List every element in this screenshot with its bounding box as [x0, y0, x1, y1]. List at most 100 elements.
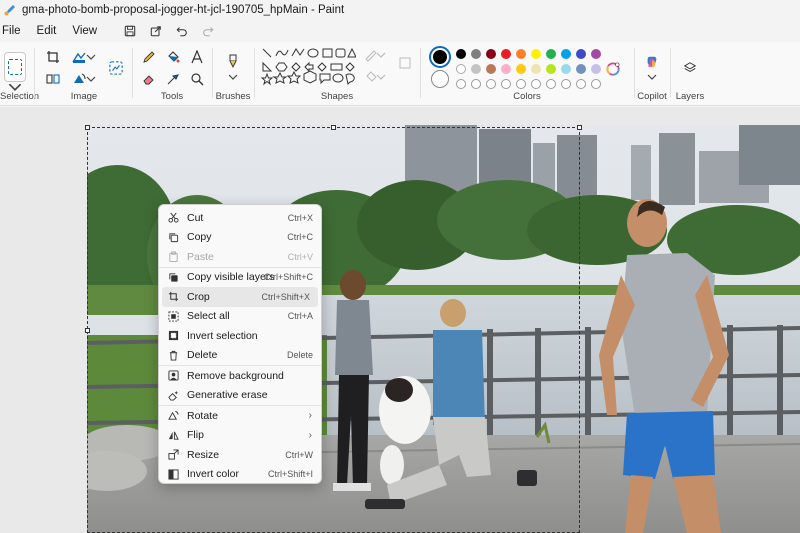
menu-view[interactable]: View — [64, 20, 105, 42]
magnifier-icon[interactable] — [188, 70, 206, 88]
color-swatch[interactable] — [501, 49, 511, 59]
selection-group-label: Selection — [0, 91, 40, 102]
colors-group-label: Colors — [513, 91, 541, 102]
selection-tool-button[interactable] — [4, 52, 26, 82]
color-swatch[interactable] — [591, 64, 601, 74]
custom-color-slot[interactable] — [531, 79, 541, 89]
menu-item-invert-color[interactable]: Invert color Ctrl+Shift+I — [159, 465, 321, 485]
select-all-icon — [167, 310, 179, 322]
image-group-label: Image — [70, 91, 98, 102]
text-icon[interactable] — [188, 48, 206, 66]
menu-item-invert-selection[interactable]: Invert selection — [159, 326, 321, 346]
flip-icon — [167, 429, 179, 441]
chevron-down-icon[interactable] — [647, 72, 657, 82]
menu-item-flip[interactable]: Flip › — [159, 426, 321, 446]
chevron-right-icon: › — [308, 410, 312, 422]
menu-item-delete[interactable]: Delete Delete — [159, 346, 321, 366]
menu-item-select-all[interactable]: Select all Ctrl+A — [159, 307, 321, 327]
ribbon: Selection Image Tools Brushes Shapes Col… — [0, 42, 800, 106]
color-swatch[interactable] — [561, 64, 571, 74]
color-swatch[interactable] — [576, 49, 586, 59]
color-swatch[interactable] — [471, 64, 481, 74]
color-swatch[interactable] — [546, 64, 556, 74]
color-swatch[interactable] — [471, 49, 481, 59]
menu-item-copy[interactable]: Copy Ctrl+C — [159, 228, 321, 248]
color-swatch[interactable] — [456, 49, 466, 59]
color-swatch[interactable] — [591, 49, 601, 59]
menu-item-rotate[interactable]: Rotate › — [159, 406, 321, 426]
menu-item-remove-background[interactable]: Remove background — [159, 366, 321, 386]
color-swatch[interactable] — [516, 64, 526, 74]
chevron-down-icon[interactable] — [376, 68, 386, 86]
chevron-down-icon[interactable] — [86, 70, 96, 88]
image-select-icon[interactable] — [44, 70, 62, 88]
remove-background-icon — [167, 370, 179, 382]
generative-erase-icon — [167, 389, 179, 401]
brush-icon[interactable] — [224, 52, 242, 70]
copilot-icon[interactable] — [642, 52, 662, 72]
canvas-area[interactable] — [0, 107, 800, 533]
color-swatch[interactable] — [456, 64, 466, 74]
invert-color-icon — [167, 468, 179, 480]
custom-color-slot[interactable] — [486, 79, 496, 89]
redo-icon[interactable] — [201, 24, 215, 38]
color-swatch[interactable] — [561, 49, 571, 59]
chevron-right-icon: › — [308, 429, 312, 441]
custom-color-slot[interactable] — [471, 79, 481, 89]
menu-item-generative-erase[interactable]: Generative erase — [159, 386, 321, 406]
image-enhance-icon[interactable] — [106, 58, 126, 78]
layers-group: Layers — [672, 42, 708, 106]
custom-color-slot[interactable] — [576, 79, 586, 89]
menu-item-copy-visible-layers[interactable]: Copy visible layers Ctrl+Shift+C — [159, 268, 321, 288]
menu-item-resize[interactable]: Resize Ctrl+W — [159, 445, 321, 465]
menu-edit[interactable]: Edit — [29, 20, 65, 42]
layers-icon[interactable] — [680, 58, 700, 78]
menu-bar: File Edit View — [0, 20, 800, 42]
custom-color-slot[interactable] — [591, 79, 601, 89]
paint-app-icon — [4, 4, 16, 16]
layers-group-label: Layers — [675, 91, 705, 102]
color-swatch[interactable] — [576, 64, 586, 74]
secondary-color[interactable] — [431, 70, 449, 88]
color-picker-icon[interactable] — [164, 70, 182, 88]
color-swatch[interactable] — [531, 49, 541, 59]
menu-item-paste[interactable]: Paste Ctrl+V — [159, 247, 321, 267]
share-icon[interactable] — [149, 24, 163, 38]
custom-color-slot[interactable] — [546, 79, 556, 89]
color-swatch[interactable] — [501, 64, 511, 74]
colors-group: Colors — [422, 42, 632, 106]
chevron-down-icon[interactable] — [86, 48, 96, 66]
custom-color-slot[interactable] — [516, 79, 526, 89]
copy-icon — [167, 231, 179, 243]
edit-colors-icon[interactable] — [603, 59, 623, 79]
chevron-down-icon[interactable] — [376, 46, 386, 64]
primary-color[interactable] — [429, 46, 451, 68]
menu-file[interactable]: File — [0, 20, 29, 42]
color-swatch[interactable] — [486, 64, 496, 74]
trash-icon — [167, 349, 179, 361]
shape-fill-icon[interactable] — [396, 54, 414, 72]
tools-group: Tools — [134, 42, 210, 106]
eraser-icon[interactable] — [140, 70, 158, 88]
chevron-down-icon[interactable] — [228, 72, 238, 82]
color-swatch[interactable] — [546, 49, 556, 59]
custom-color-slot[interactable] — [561, 79, 571, 89]
color-swatch[interactable] — [486, 49, 496, 59]
menu-item-crop[interactable]: Crop Ctrl+Shift+X — [162, 287, 318, 307]
shapes-group-label: Shapes — [320, 91, 354, 102]
image-group: Image — [36, 42, 132, 106]
tools-group-label: Tools — [160, 91, 184, 102]
shapes-gallery[interactable] — [260, 46, 356, 86]
pencil-icon[interactable] — [140, 48, 158, 66]
custom-color-slot[interactable] — [456, 79, 466, 89]
color-swatch[interactable] — [531, 64, 541, 74]
undo-icon[interactable] — [175, 24, 189, 38]
fill-icon[interactable] — [164, 48, 182, 66]
crop-icon[interactable] — [44, 48, 62, 66]
copilot-group: Copilot — [636, 42, 668, 106]
window-title: gma-photo-bomb-proposal-jogger-ht-jcl-19… — [22, 4, 345, 16]
menu-item-cut[interactable]: Cut Ctrl+X — [159, 208, 321, 228]
custom-color-slot[interactable] — [501, 79, 511, 89]
save-icon[interactable] — [123, 24, 137, 38]
color-swatch[interactable] — [516, 49, 526, 59]
